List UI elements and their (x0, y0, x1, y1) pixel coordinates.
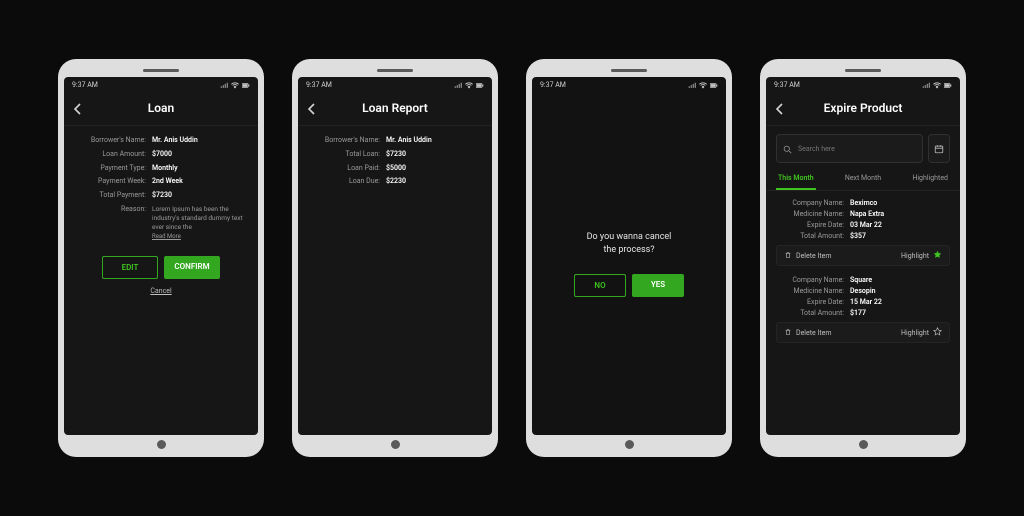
wifi-icon (699, 82, 707, 89)
mockup-stage: 9:37 AM Loan Borrower's Name:Mr. Anis Ud… (0, 0, 1024, 516)
reason-text: Lorem Ipsum has been the industry's stan… (152, 205, 246, 232)
dialog-message: Do you wanna cancel the process? (587, 231, 672, 256)
page-title: Loan Report (362, 101, 428, 115)
wifi-icon (465, 82, 473, 89)
cancel-link[interactable]: Cancel (64, 287, 258, 295)
status-time: 9:37 AM (306, 81, 332, 89)
battery-icon (476, 82, 484, 89)
edit-button[interactable]: EDIT (102, 256, 158, 279)
home-indicator (157, 440, 166, 449)
phone-speaker (845, 69, 881, 72)
tab-highlighted[interactable]: Highlighted (910, 169, 950, 190)
status-bar: 9:37 AM (532, 77, 726, 93)
product-actions: Delete Item Highlight (776, 322, 950, 343)
battery-icon (944, 82, 952, 89)
delete-item-button[interactable]: Delete Item (784, 251, 832, 261)
loan-details: Borrower's Name:Mr. Anis Uddin Loan Amou… (64, 126, 258, 250)
battery-icon (242, 82, 250, 89)
calendar-icon (934, 139, 944, 158)
phone-speaker (377, 69, 413, 72)
page-title: Expire Product (824, 101, 903, 115)
product-card: Company Name:Square Medicine Name:Desopi… (776, 276, 950, 343)
star-icon (933, 250, 942, 261)
highlight-button[interactable]: Highlight (901, 327, 942, 338)
read-more-link[interactable]: Read More (152, 233, 181, 240)
yes-button[interactable]: YES (632, 274, 684, 297)
screen-header: Expire Product (766, 93, 960, 126)
status-time: 9:37 AM (774, 81, 800, 89)
search-input[interactable] (796, 144, 916, 154)
trash-icon (784, 328, 792, 338)
phone-speaker (143, 69, 179, 72)
home-indicator (625, 440, 634, 449)
battery-icon (710, 82, 718, 89)
status-bar: 9:37 AM (298, 77, 492, 93)
phone-loan-report: 9:37 AM Loan Report Borrower's Name:Mr. … (292, 59, 498, 457)
star-outline-icon (933, 327, 942, 338)
status-time: 9:37 AM (72, 81, 98, 89)
home-indicator (859, 440, 868, 449)
cancel-dialog: Do you wanna cancel the process? NO YES (532, 93, 726, 435)
trash-icon (784, 251, 792, 261)
page-title: Loan (148, 101, 174, 115)
product-actions: Delete Item Highlight (776, 245, 950, 266)
calendar-button[interactable] (928, 134, 950, 163)
product-card: Company Name:Beximco Medicine Name:Napa … (776, 199, 950, 266)
back-button[interactable] (306, 103, 318, 115)
back-button[interactable] (72, 103, 84, 115)
confirm-button[interactable]: CONFIRM (164, 256, 220, 279)
tab-next-month[interactable]: Next Month (843, 169, 883, 190)
signal-icon (688, 82, 696, 89)
status-bar: 9:37 AM (766, 77, 960, 93)
signal-icon (220, 82, 228, 89)
screen-header: Loan Report (298, 93, 492, 126)
screen-header: Loan (64, 93, 258, 126)
status-bar: 9:37 AM (64, 77, 258, 93)
signal-icon (922, 82, 930, 89)
dialog-buttons: NO YES (574, 274, 684, 297)
home-indicator (391, 440, 400, 449)
button-row: EDIT CONFIRM (64, 256, 258, 279)
phone-loan: 9:37 AM Loan Borrower's Name:Mr. Anis Ud… (58, 59, 264, 457)
phone-expire-product: 9:37 AM Expire Product (760, 59, 966, 457)
phone-speaker (611, 69, 647, 72)
product-list: Company Name:Beximco Medicine Name:Napa … (766, 191, 960, 351)
report-details: Borrower's Name:Mr. Anis Uddin Total Loa… (298, 126, 492, 197)
status-time: 9:37 AM (540, 81, 566, 89)
tabs: This Month Next Month Highlighted (766, 169, 960, 191)
phone-cancel-dialog: 9:37 AM Do you wanna cancel the process?… (526, 59, 732, 457)
search-row (766, 126, 960, 169)
no-button[interactable]: NO (574, 274, 626, 297)
delete-item-button[interactable]: Delete Item (784, 328, 832, 338)
tab-this-month[interactable]: This Month (776, 169, 816, 190)
highlight-button[interactable]: Highlight (901, 250, 942, 261)
back-button[interactable] (774, 103, 786, 115)
signal-icon (454, 82, 462, 89)
wifi-icon (933, 82, 941, 89)
search-icon (783, 139, 792, 158)
wifi-icon (231, 82, 239, 89)
search-field[interactable] (776, 134, 923, 163)
